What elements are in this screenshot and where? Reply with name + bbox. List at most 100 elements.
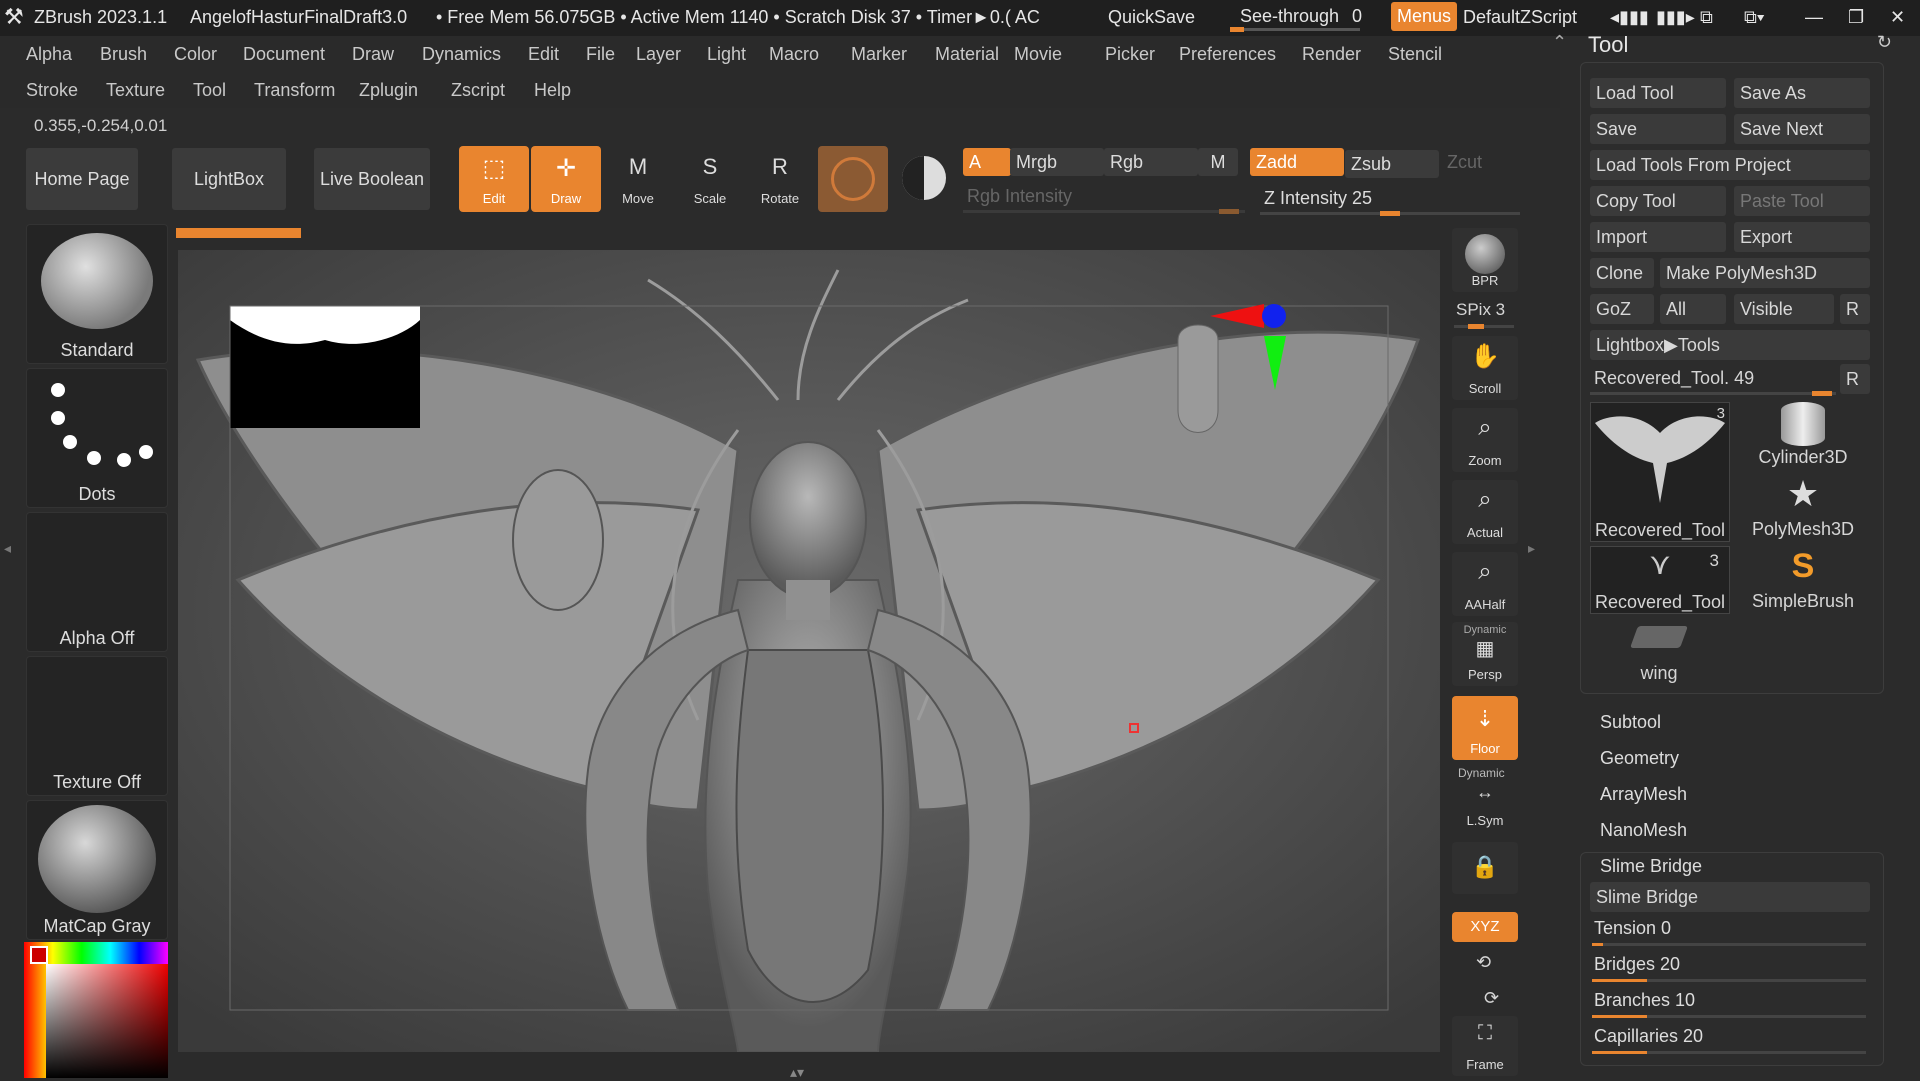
a-toggle[interactable]: A (963, 148, 1011, 176)
seethrough-slider[interactable]: See-through 0 (1230, 2, 1376, 32)
zsub-toggle[interactable]: Zsub (1345, 150, 1439, 178)
export-button[interactable]: Export (1734, 222, 1870, 252)
xyz-button[interactable]: XYZ (1452, 912, 1518, 942)
persp-button[interactable]: Dynamic ▦ Persp (1452, 622, 1518, 686)
goz-button[interactable]: GoZ (1590, 294, 1654, 324)
scale-button[interactable]: S Scale (675, 146, 745, 212)
m-toggle[interactable]: M (1198, 148, 1238, 176)
lock-button[interactable]: 🔒 (1452, 842, 1518, 894)
menus-button[interactable]: Menus (1391, 2, 1458, 31)
menu-item-stencil[interactable]: Stencil (1388, 44, 1442, 65)
tool-thumb-recovered-1[interactable]: 3 Recovered_Tool (1590, 402, 1730, 542)
minimize-icon[interactable]: — (1805, 7, 1823, 28)
copy-tool-button[interactable]: Copy Tool (1590, 186, 1726, 216)
save-as-button[interactable]: Save As (1734, 78, 1870, 108)
menu-item-movie[interactable]: Movie (1014, 44, 1062, 65)
lsym-button[interactable]: ↔ L.Sym (1452, 780, 1518, 832)
slime-bridge-section[interactable]: Slime Bridge (1600, 856, 1702, 877)
menu-item-stroke[interactable]: Stroke (26, 80, 78, 101)
menu-item-preferences[interactable]: Preferences (1179, 44, 1276, 65)
menu-item-marker[interactable]: Marker (851, 44, 907, 65)
draw-button[interactable]: ✛ Draw (531, 146, 601, 212)
floor-button[interactable]: ⇣ Floor (1452, 696, 1518, 760)
slime-bridge-button[interactable]: Slime Bridge (1590, 882, 1870, 912)
move-button[interactable]: M Move (603, 146, 673, 212)
menu-item-dynamics[interactable]: Dynamics (422, 44, 501, 65)
rotate-button[interactable]: R Rotate (745, 146, 815, 212)
menu-item-macro[interactable]: Macro (769, 44, 819, 65)
menu-item-alpha[interactable]: Alpha (26, 44, 72, 65)
menu-item-tool[interactable]: Tool (193, 80, 226, 101)
menu-item-zplugin[interactable]: Zplugin (359, 80, 418, 101)
tool-thumb-wing[interactable]: wing (1590, 618, 1728, 684)
left-tray-toggle[interactable]: ◂ (4, 540, 11, 557)
menu-item-edit[interactable]: Edit (528, 44, 559, 65)
menu-item-transform[interactable]: Transform (254, 80, 335, 101)
menu-item-help[interactable]: Help (534, 80, 571, 101)
color-picker[interactable] (24, 942, 168, 1078)
aahalf-button[interactable]: ⌕ AAHalf (1452, 552, 1518, 616)
close-icon[interactable]: ✕ (1890, 7, 1905, 28)
slider-width-expand-icon[interactable]: ▮▮▮▸ (1656, 7, 1695, 28)
menu-item-zscript[interactable]: Zscript (451, 80, 505, 101)
stroke-slot[interactable]: Dots (26, 368, 168, 508)
clone-button[interactable]: Clone (1590, 258, 1654, 288)
edit-button[interactable]: ⬚ Edit (459, 146, 529, 212)
color-picker-square[interactable] (46, 964, 168, 1078)
menu-item-picker[interactable]: Picker (1105, 44, 1155, 65)
live-boolean-button[interactable]: Live Boolean (314, 148, 430, 210)
frame-button[interactable]: ⛶ Frame (1452, 1016, 1518, 1076)
texture-slot[interactable]: Texture Off (26, 656, 168, 796)
canvas-viewport[interactable] (178, 250, 1440, 1052)
load-tools-from-project-button[interactable]: Load Tools From Project (1590, 150, 1870, 180)
rotate-y-icon[interactable]: ⟲ (1476, 952, 1491, 973)
save-button[interactable]: Save (1590, 114, 1726, 144)
zcut-toggle[interactable]: Zcut (1447, 152, 1482, 173)
lightbox-button[interactable]: LightBox (172, 148, 286, 210)
rgb-intensity-slider[interactable]: Rgb Intensity (963, 186, 1245, 214)
lightbox-tools-button[interactable]: Lightbox▶Tools (1590, 330, 1870, 360)
layout-menu-icon[interactable]: ⧉▾ (1744, 7, 1764, 28)
make-polymesh3d-button[interactable]: Make PolyMesh3D (1660, 258, 1870, 288)
zadd-toggle[interactable]: Zadd (1250, 148, 1344, 176)
goz-visible-button[interactable]: Visible (1734, 294, 1834, 324)
brush-slot[interactable]: Standard (26, 224, 168, 364)
paste-tool-button[interactable]: Paste Tool (1734, 186, 1870, 216)
geometry-section[interactable]: Geometry (1600, 748, 1679, 769)
bpr-button[interactable]: BPR (1452, 228, 1518, 292)
rgb-toggle[interactable]: Rgb (1104, 148, 1198, 176)
nanomesh-section[interactable]: NanoMesh (1600, 820, 1687, 841)
menu-item-render[interactable]: Render (1302, 44, 1361, 65)
spix-slider[interactable]: SPix 3 (1454, 300, 1518, 330)
tool-thumb-simplebrush[interactable]: S SimpleBrush (1734, 546, 1872, 612)
actual-button[interactable]: ⌕ Actual (1452, 480, 1518, 544)
menu-item-layer[interactable]: Layer (636, 44, 681, 65)
menu-item-light[interactable]: Light (707, 44, 746, 65)
bottom-tray-toggle[interactable]: ▴▾ (790, 1064, 804, 1081)
branches-slider[interactable]: Branches 10 (1590, 988, 1872, 1020)
arraymesh-section[interactable]: ArrayMesh (1600, 784, 1687, 805)
palette-refresh-icon[interactable]: ↻ (1877, 32, 1892, 53)
rotate-z-icon[interactable]: ⟳ (1484, 988, 1499, 1009)
material-button[interactable] (818, 146, 888, 212)
current-tool-slider[interactable]: Recovered_Tool. 49 (1590, 364, 1838, 396)
alpha-slot[interactable]: Alpha Off (26, 512, 168, 652)
current-tool-r-button[interactable]: R (1840, 364, 1870, 394)
goz-r-button[interactable]: R (1840, 294, 1870, 324)
default-zscript-button[interactable]: DefaultZScript (1463, 7, 1577, 28)
menu-item-draw[interactable]: Draw (352, 44, 394, 65)
menu-item-material[interactable]: Material (935, 44, 999, 65)
scroll-button[interactable]: ✋ Scroll (1452, 336, 1518, 400)
menu-item-brush[interactable]: Brush (100, 44, 147, 65)
menu-item-texture[interactable]: Texture (106, 80, 165, 101)
layout-swap-icon[interactable]: ⧉ (1700, 7, 1713, 28)
menu-item-document[interactable]: Document (243, 44, 325, 65)
zoom-button[interactable]: ⌕ Zoom (1452, 408, 1518, 472)
mrgb-toggle[interactable]: Mrgb (1010, 148, 1104, 176)
tool-thumb-cylinder3d[interactable]: Cylinder3D (1734, 402, 1872, 468)
z-intensity-slider[interactable]: Z Intensity 25 (1260, 188, 1520, 216)
load-tool-button[interactable]: Load Tool (1590, 78, 1726, 108)
menu-item-color[interactable]: Color (174, 44, 217, 65)
slider-width-icon[interactable]: ◂▮▮▮ (1610, 7, 1649, 28)
tool-thumb-polymesh3d[interactable]: ★ PolyMesh3D (1734, 474, 1872, 540)
